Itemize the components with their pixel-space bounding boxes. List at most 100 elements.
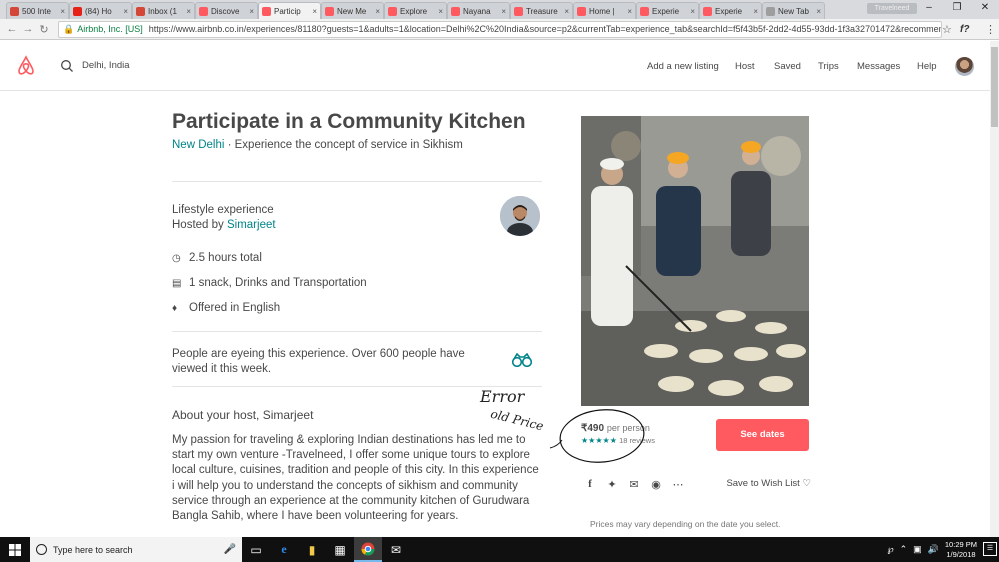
nav-messages[interactable]: Messages	[857, 61, 900, 72]
heart-icon: ♡	[802, 478, 811, 489]
browser-tab[interactable]: Treasure ×	[510, 2, 573, 19]
nav-trips[interactable]: Trips	[818, 61, 839, 72]
browser-tab[interactable]: Home | ×	[573, 2, 636, 19]
detail-text: Offered in English	[189, 302, 281, 314]
windows-start-icon[interactable]	[0, 537, 30, 562]
hosted-by: Hosted by Simarjeet	[172, 218, 276, 233]
facebook-icon[interactable]: f	[579, 478, 601, 490]
page-scrollbar[interactable]	[990, 41, 999, 537]
forward-icon[interactable]: →	[20, 23, 36, 35]
mail-icon[interactable]: ✉	[382, 537, 410, 562]
browser-tab[interactable]: 500 Inte ×	[6, 2, 69, 19]
tab-close-icon[interactable]: ×	[753, 7, 758, 16]
experience-photo[interactable]	[581, 116, 809, 406]
host-photo	[500, 196, 540, 236]
tab-close-icon[interactable]: ×	[690, 7, 695, 16]
tab-label: Home |	[589, 6, 615, 16]
browser-tab[interactable]: Particip ×	[258, 2, 321, 19]
host-avatar[interactable]	[500, 196, 540, 236]
reload-icon[interactable]: ↻	[36, 23, 52, 36]
detail-duration: ◷ 2.5 hours total	[172, 252, 262, 264]
tab-close-icon[interactable]: ×	[60, 7, 65, 16]
price-note: Prices may vary depending on the date yo…	[590, 519, 781, 529]
tab-close-icon[interactable]: ×	[312, 7, 317, 16]
experience-category: Lifestyle experience	[172, 204, 274, 216]
browser-tab[interactable]: (84) Ho ×	[69, 2, 132, 19]
people-icon[interactable]: ℘	[887, 544, 893, 555]
tab-close-icon[interactable]: ×	[375, 7, 380, 16]
scrollbar-thumb[interactable]	[991, 47, 998, 127]
search-input[interactable]: Delhi, India	[82, 60, 130, 71]
tab-close-icon[interactable]: ×	[249, 7, 254, 16]
tab-close-icon[interactable]: ×	[186, 7, 191, 16]
browser-tab[interactable]: New Me ×	[321, 2, 384, 19]
divider	[172, 181, 542, 182]
browser-tab[interactable]: Nayana ×	[447, 2, 510, 19]
tab-close-icon[interactable]: ×	[501, 7, 506, 16]
browser-tab[interactable]: Experie ×	[636, 2, 699, 19]
browser-tab[interactable]: New Tab ×	[762, 2, 825, 19]
airbnb-logo-icon[interactable]	[14, 54, 38, 78]
clock-date: 1/9/2018	[946, 549, 976, 559]
search-icon	[61, 60, 73, 72]
tab-close-icon[interactable]: ×	[564, 7, 569, 16]
task-view-icon[interactable]: ▭	[242, 537, 270, 562]
bookmark-star-icon[interactable]: ☆	[942, 23, 952, 36]
tab-close-icon[interactable]: ×	[627, 7, 632, 16]
nav-host[interactable]: Host	[735, 61, 755, 72]
chevron-up-icon[interactable]: ⌃	[900, 544, 908, 555]
messenger-icon[interactable]: ◉	[645, 478, 667, 491]
taskbar-search-input[interactable]: Type here to search 🎤	[30, 537, 242, 562]
annotation-error: Error	[480, 387, 525, 406]
nav-help[interactable]: Help	[917, 61, 937, 72]
nav-saved[interactable]: Saved	[774, 61, 801, 72]
volume-icon[interactable]: 🔊	[928, 544, 939, 555]
close-icon[interactable]: ✕	[971, 0, 999, 16]
browser-profile-chip[interactable]: Travelneed	[867, 3, 917, 14]
browser-tab[interactable]: Experie ×	[699, 2, 762, 19]
system-tray: ℘ ⌃ ▣ 🔊 10:29 PM 1/9/2018	[887, 537, 977, 562]
see-dates-button[interactable]: See dates	[716, 419, 809, 451]
detail-language: ♦ Offered in English	[172, 302, 280, 314]
tab-label: Experie	[715, 6, 743, 16]
user-avatar[interactable]	[955, 57, 974, 76]
tab-favicon-icon	[703, 6, 712, 16]
minimize-icon[interactable]: –	[915, 0, 943, 16]
host-name-link[interactable]: Simarjeet	[227, 219, 276, 231]
extension-icon[interactable]: f?	[960, 24, 969, 35]
microphone-icon[interactable]: 🎤	[224, 544, 236, 555]
tab-close-icon[interactable]: ×	[816, 7, 821, 16]
tab-favicon-icon	[262, 6, 271, 16]
file-explorer-icon[interactable]: ▮	[298, 537, 326, 562]
url-input[interactable]: 🔒 Airbnb, Inc. [US] https://www.airbnb.c…	[58, 20, 942, 38]
edge-icon[interactable]: e	[270, 537, 298, 562]
twitter-icon[interactable]: ✦	[601, 478, 623, 491]
chrome-icon[interactable]	[354, 537, 382, 562]
tab-close-icon[interactable]: ×	[438, 7, 443, 16]
browser-tab[interactable]: Discove ×	[195, 2, 258, 19]
save-label: Save to Wish List	[726, 478, 800, 489]
store-icon[interactable]: ▦	[326, 537, 354, 562]
more-icon[interactable]: ⋯	[667, 478, 689, 491]
browser-tab[interactable]: Inbox (1 ×	[132, 2, 195, 19]
maximize-icon[interactable]: ❐	[943, 0, 971, 16]
airbnb-page: Delhi, India Add a new listing Host Save…	[0, 41, 999, 537]
back-icon[interactable]: ←	[4, 23, 20, 35]
network-icon[interactable]: ▣	[913, 544, 922, 555]
clock-time: 10:29 PM	[944, 539, 977, 549]
detail-text: 1 snack, Drinks and Transportation	[189, 277, 367, 289]
browser-menu-icon[interactable]: ⋮	[985, 23, 996, 36]
experience-subtitle: New Delhi · Experience the concept of se…	[172, 138, 472, 153]
tab-close-icon[interactable]: ×	[123, 7, 128, 16]
email-icon[interactable]: ✉	[623, 478, 645, 491]
hosted-by-prefix: Hosted by	[172, 219, 227, 231]
windows-taskbar: Type here to search 🎤 ▭ e ▮ ▦ ✉ ℘ ⌃ ▣ 🔊 …	[0, 537, 999, 562]
clock[interactable]: 10:29 PM 1/9/2018	[945, 540, 977, 560]
nav-add-listing[interactable]: Add a new listing	[647, 61, 719, 72]
save-to-wishlist[interactable]: Save to Wish List ♡	[726, 478, 811, 489]
browser-tab[interactable]: Explore ×	[384, 2, 447, 19]
action-center-icon[interactable]: ☰	[983, 542, 997, 556]
city-link[interactable]: New Delhi	[172, 139, 224, 151]
site-identity: Airbnb, Inc. [US]	[77, 24, 143, 34]
address-bar: ← → ↻ 🔒 Airbnb, Inc. [US] https://www.ai…	[0, 19, 999, 40]
